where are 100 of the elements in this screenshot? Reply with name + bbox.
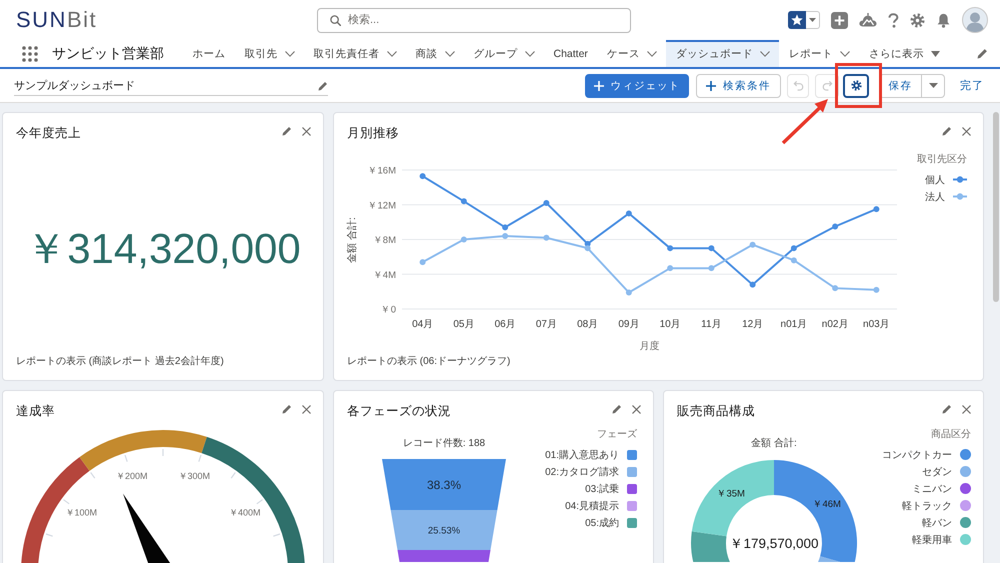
logo: SUN Bit (16, 7, 98, 32)
add-widget-button[interactable]: ウィジェット (585, 74, 689, 98)
slice-label: ￥46M (812, 498, 841, 510)
close-icon[interactable] (962, 404, 971, 414)
add-icon[interactable] (831, 12, 848, 28)
gauge-needle (123, 494, 173, 563)
slice-label: ￥35M (716, 488, 745, 500)
x-axis-label: 07月 (536, 319, 557, 330)
card-title: 今年度売上 (16, 125, 81, 142)
done-link[interactable]: 完了 (960, 78, 984, 93)
legend-label: 01:購入意思あり (545, 448, 619, 462)
save-menu-button[interactable] (922, 74, 945, 98)
gauge-tick-label: ￥200M (116, 470, 148, 481)
gauge-tick-label: ￥400M (228, 508, 260, 518)
close-icon[interactable] (302, 126, 311, 136)
total-value: ￥179,570,000 (729, 536, 819, 551)
title-field[interactable]: サンプルダッシュボード (14, 78, 328, 96)
caret-down-icon (930, 50, 940, 56)
redo-icon (822, 80, 832, 91)
save-button[interactable]: 保存 (879, 74, 922, 98)
bell-icon[interactable] (936, 12, 951, 28)
nav-tab[interactable]: グループ (464, 40, 544, 67)
help-icon[interactable] (888, 12, 899, 28)
pencil-icon[interactable] (282, 126, 292, 136)
record-count: レコード件数: 188 (402, 437, 486, 451)
tick-mark (46, 533, 53, 537)
x-axis-label: n02月 (822, 319, 848, 330)
y-axis-label: ￥4M (372, 270, 396, 281)
report-link[interactable]: レポートの表示 (06:ドーナツグラフ) (347, 355, 510, 369)
x-axis-label: n01月 (780, 319, 808, 330)
more-tab[interactable]: さらに表示 (859, 40, 950, 67)
settings-icon[interactable] (910, 12, 925, 28)
cloud-icon[interactable] (859, 13, 877, 27)
settings-icon (850, 80, 862, 91)
card-title: 各フェーズの状況 (347, 403, 451, 420)
legend-label: コンパクトカー (882, 448, 952, 462)
close-icon[interactable] (302, 404, 311, 414)
card-title: 販売商品構成 (677, 403, 755, 420)
y-axis-label: ￥8M (372, 235, 396, 246)
tick-mark (230, 472, 236, 479)
pencil-icon[interactable] (942, 126, 952, 136)
legend-title: フェーズ (597, 429, 637, 441)
card-title: 月別推移 (347, 125, 399, 142)
gauge-tick-label: ￥100M (66, 508, 98, 518)
close-icon[interactable] (962, 126, 971, 136)
legend-label: 法人 (925, 190, 945, 204)
x-axis-label: 04月 (412, 319, 434, 330)
nav-tab[interactable]: ケース (597, 40, 666, 67)
filter-button[interactable]: 検索条件 (696, 74, 781, 98)
favorites-menu-button[interactable] (806, 11, 820, 29)
x-axis-label: 12月 (742, 319, 764, 330)
scrollbar-thumb[interactable] (993, 112, 999, 302)
nav-tab[interactable]: 取引先 (235, 40, 304, 67)
total-label: 金額 合計: (751, 437, 797, 451)
pencil-icon[interactable] (977, 48, 988, 59)
pencil-icon[interactable] (318, 81, 328, 91)
report-link[interactable]: レポートの表示 (商談レポート 過去2会計年度) (16, 355, 224, 369)
settings-button[interactable] (843, 74, 869, 98)
tick-mark (63, 499, 70, 504)
segment-label: 25.53% (428, 526, 460, 536)
x-axis-label: 11月 (701, 319, 722, 330)
legend-title: 取引先区分 (917, 154, 967, 166)
x-axis-label: 06月 (494, 319, 516, 330)
legend-label: 軽バン (922, 516, 952, 530)
app-name: サンビット営業部 (52, 44, 164, 62)
tick-mark (273, 533, 280, 537)
y-axis-label: ￥16M (368, 166, 396, 176)
caret-down-icon (809, 18, 816, 22)
legend-label: 05:成約 (585, 516, 619, 530)
gauge-tick-label: ￥300M (178, 470, 210, 481)
legend-label: ミニバン (912, 482, 952, 496)
x-axis-label: 05月 (453, 319, 474, 330)
nav-tab[interactable]: 商談 (406, 40, 464, 67)
tick-mark (198, 454, 202, 462)
card-title: 達成率 (16, 403, 55, 420)
pencil-icon[interactable] (942, 404, 952, 414)
search-field[interactable]: 検索... (317, 8, 631, 32)
close-icon[interactable] (632, 404, 641, 414)
metric-value: ￥314,320,000 (25, 224, 301, 274)
nav-tab[interactable]: 取引先責任者 (304, 40, 406, 67)
nav-tab[interactable]: ホーム (183, 40, 235, 67)
legend-label: 軽乗用車 (912, 534, 952, 546)
star-icon (791, 14, 803, 26)
legend-label: 軽トラック (902, 500, 952, 512)
nav-tab[interactable]: レポート (779, 40, 860, 67)
legend-label: 個人 (925, 174, 945, 186)
plus-icon (594, 80, 604, 90)
nav-tab[interactable]: ダッシュボード (666, 40, 780, 67)
y-axis-label: ￥0 (380, 304, 396, 316)
app-launcher-icon[interactable] (22, 46, 38, 62)
x-axis-label: 10月 (660, 319, 681, 330)
pencil-icon[interactable] (612, 404, 622, 414)
pencil-icon[interactable] (282, 404, 292, 414)
tick-mark (162, 449, 164, 456)
favorite-button[interactable] (788, 11, 806, 29)
search-icon (330, 14, 341, 26)
tick-mark (90, 472, 96, 479)
axis-title: 金額 合計: (347, 217, 358, 263)
legend-title: 商品区分 (931, 429, 971, 441)
nav-tab[interactable]: Chatter (544, 40, 598, 67)
